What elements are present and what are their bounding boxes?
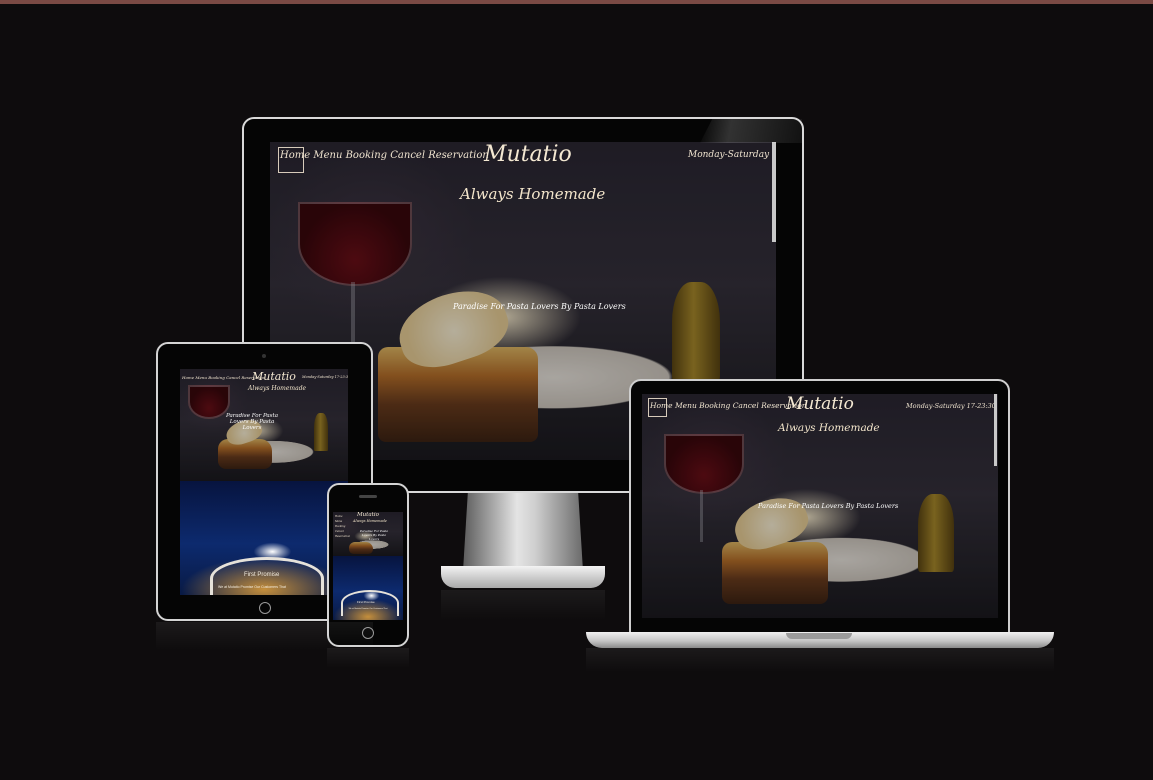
phone-screen: Mutatio Always Homemade Home Menu Bookin…: [333, 512, 403, 620]
phone-hero: Mutatio Always Homemade Home Menu Bookin…: [333, 512, 403, 556]
laptop-screen: Home Menu Booking Cancel Reservation Mut…: [642, 394, 998, 618]
tablet-nav-menu[interactable]: Menu: [195, 375, 207, 380]
phone-reflection: [327, 648, 409, 668]
scrollbar[interactable]: [772, 142, 776, 242]
phone-promise-text: We at Mutatio Promise Our Customers That: [348, 608, 388, 610]
tablet-tagline: Always Homemade: [248, 385, 307, 392]
phone-promise-title: First Promise: [357, 600, 375, 604]
laptop-nav: Home Menu Booking Cancel Reservation: [650, 401, 807, 410]
nav-cancel-link[interactable]: Cancel Reservation: [390, 150, 489, 161]
laptop-opening-notch: [786, 633, 852, 639]
nav-home-link[interactable]: Home: [280, 150, 310, 161]
laptop-nav-booking[interactable]: Booking: [699, 401, 730, 410]
monitor-stand-base: [441, 566, 605, 588]
tablet-hero: Home Menu Booking Cancel Reservation Mut…: [180, 369, 348, 481]
laptop-reflection: [586, 648, 1054, 672]
laptop-tagline: Always Homemade: [778, 422, 880, 434]
tablet-hours: Monday-Saturday 17-23:30: [302, 375, 348, 379]
nav-menu-link[interactable]: Menu: [313, 150, 342, 161]
monitor-reflection: [441, 590, 605, 620]
tablet-reflection: [156, 622, 373, 650]
laptop-scrollbar[interactable]: [994, 394, 997, 466]
tablet-nav-booking[interactable]: Booking: [208, 375, 225, 380]
tagline: Always Homemade: [460, 185, 606, 203]
phone-hero-heading: Paradise For Pasta Lovers By Pasta Lover…: [359, 529, 389, 541]
laptop-nav-home[interactable]: Home: [650, 401, 673, 410]
tablet-promise-text: We at Mutatio Promise Our Customers That: [218, 585, 286, 589]
tablet-brand[interactable]: Mutatio: [252, 370, 296, 383]
laptop-hero-heading: Paradise For Pasta Lovers By Pasta Lover…: [758, 502, 899, 510]
tablet-hero-heading: Paradise For Pasta Lovers By Pasta Lover…: [226, 413, 278, 431]
top-accent-strip: [0, 0, 1153, 4]
tablet-camera: [262, 354, 266, 358]
phone-night-section: First Promise We at Mutatio Promise Our …: [333, 556, 403, 620]
opening-hours: Monday-Saturday 17-23:30: [688, 150, 776, 160]
brand-title[interactable]: Mutatio: [484, 142, 572, 167]
phone-tagline: Always Homemade: [353, 519, 387, 523]
hero-heading: Paradise For Pasta Lovers By Pasta Lover…: [453, 302, 626, 311]
phone-nav: Home Menu Booking Cancel Reservation: [335, 514, 350, 539]
tablet-nav-home[interactable]: Home: [182, 375, 194, 380]
tablet-home-button[interactable]: [259, 602, 271, 614]
phone-nav-cancel[interactable]: Cancel Reservation: [335, 529, 350, 539]
tablet-screen: Home Menu Booking Cancel Reservation Mut…: [180, 369, 348, 595]
monitor-stand-neck: [463, 493, 583, 571]
tablet-night-section: First Promise We at Mutatio Promise Our …: [180, 481, 348, 595]
laptop-brand[interactable]: Mutatio: [786, 394, 854, 414]
main-nav: Home Menu Booking Cancel Reservation: [280, 150, 489, 161]
tablet-promise-title: First Promise: [244, 572, 280, 578]
nav-booking-link[interactable]: Booking: [346, 150, 388, 161]
phone-brand[interactable]: Mutatio: [357, 512, 379, 518]
laptop-nav-menu[interactable]: Menu: [675, 401, 697, 410]
phone-speaker: [359, 495, 377, 498]
monitor-glare: [700, 119, 802, 143]
laptop-hours: Monday-Saturday 17-23:30: [906, 402, 996, 410]
